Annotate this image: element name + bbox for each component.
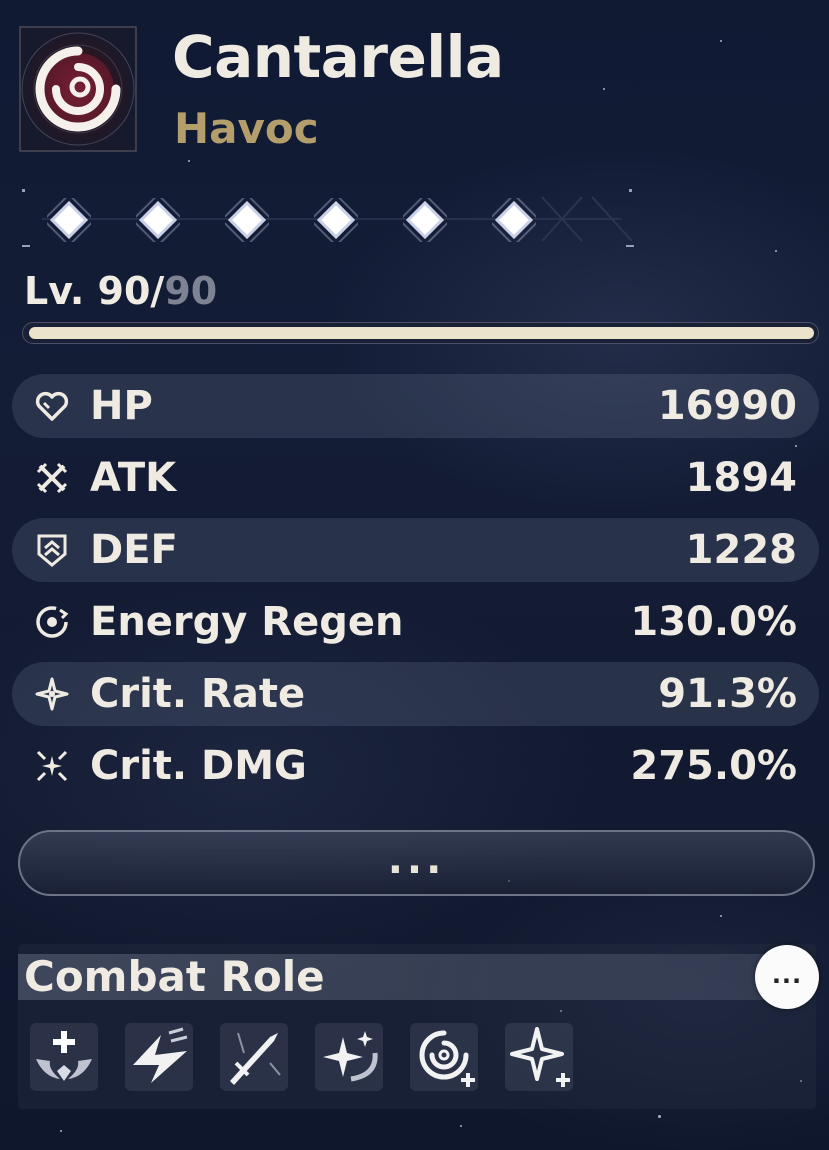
stat-label: Crit. Rate [90,671,306,717]
star-plus-icon[interactable] [505,1023,573,1091]
healer-icon[interactable] [30,1023,98,1091]
stat-row-hp: HP 16990 [12,374,819,438]
sequence-node-1[interactable] [42,193,96,247]
hp-heart-icon [34,388,70,424]
sword-skill-icon[interactable] [220,1023,288,1091]
stat-row-def: DEF 1228 [12,518,819,582]
sequence-node-2[interactable] [131,193,185,247]
level-progress-fill [29,327,814,339]
concerto-lightning-icon[interactable] [125,1023,193,1091]
sequence-node-5[interactable] [398,193,452,247]
combat-role-title: Combat Role [24,952,325,1001]
stat-row-crit-dmg: Crit. DMG 275.0% [12,734,819,798]
havoc-spiral-plus-icon[interactable] [410,1023,478,1091]
stat-row-energy-regen: Energy Regen 130.0% [12,590,819,654]
more-stats-label: ... [387,837,446,883]
combat-role-more-button[interactable]: ... [755,945,819,1009]
stat-label: ATK [90,455,177,501]
stat-label: DEF [90,527,178,573]
sequence-node-6[interactable] [487,193,541,247]
crit-dmg-icon [34,748,70,784]
stat-label: HP [90,383,153,429]
stat-row-atk: ATK 1894 [12,446,819,510]
atk-swords-icon [34,460,70,496]
more-stats-button[interactable]: ... [18,830,815,896]
energy-regen-icon [34,604,70,640]
stat-value: 91.3% [658,671,797,717]
stat-value: 16990 [657,383,797,429]
stat-label: Crit. DMG [90,743,307,789]
level-max: 90 [164,269,218,313]
def-shield-icon [34,532,70,568]
stat-row-crit-rate: Crit. Rate 91.3% [12,662,819,726]
level-progress-bar [22,322,819,344]
stat-value: 130.0% [630,599,797,645]
crit-rate-icon [34,676,70,712]
sequence-node-4[interactable] [309,193,363,247]
sequence-node-3[interactable] [220,193,274,247]
stat-value: 1894 [685,455,797,501]
stat-label: Energy Regen [90,599,404,645]
level-prefix: Lv. 90/ [24,269,165,313]
stat-value: 275.0% [630,743,797,789]
sequence-row [22,183,642,255]
sparkle-swirl-icon[interactable] [315,1023,383,1091]
combat-role-more-label: ... [771,961,803,989]
havoc-spiral-icon [18,25,138,153]
level-label: Lv. 90/90 [24,266,217,316]
character-element: Havoc [174,104,319,153]
character-name: Cantarella [172,23,504,91]
stat-value: 1228 [685,527,797,573]
